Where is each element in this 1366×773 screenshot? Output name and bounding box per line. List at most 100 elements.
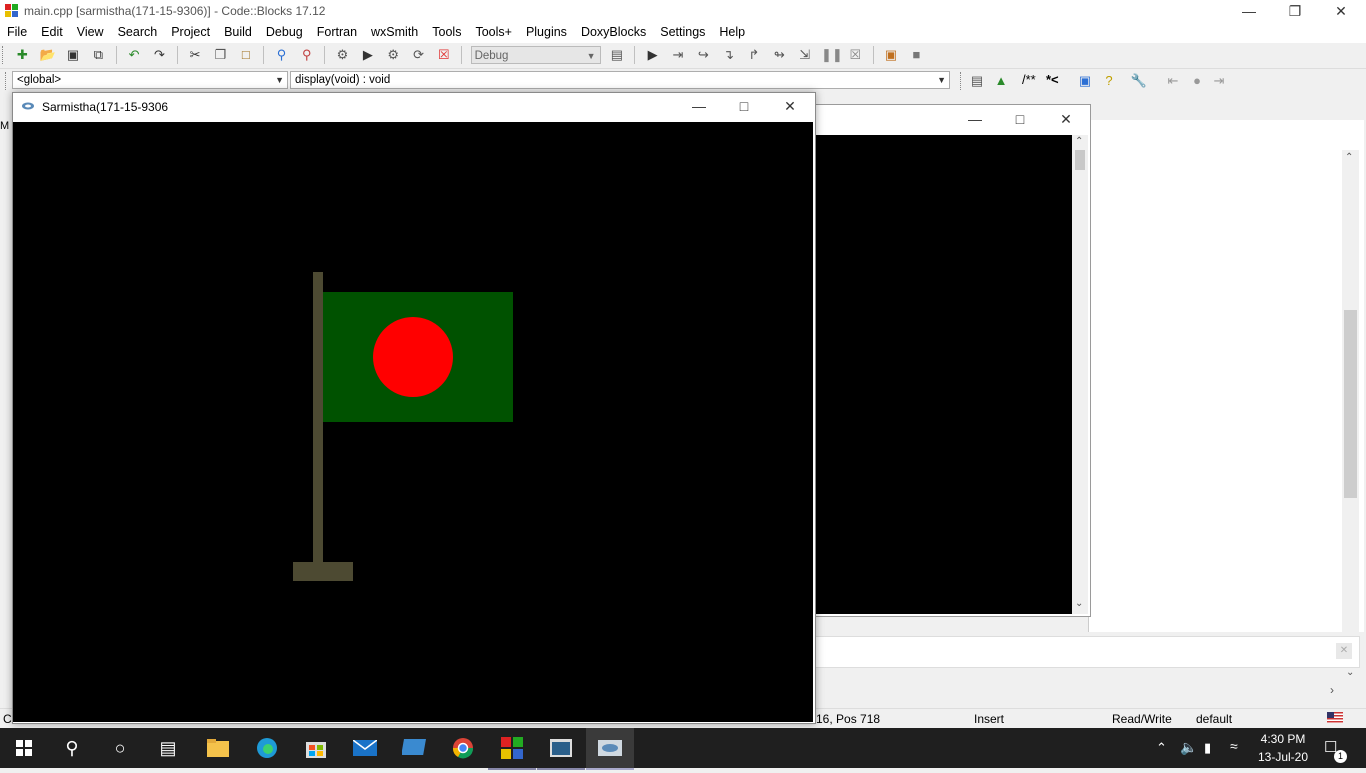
tray-overflow-chevron-icon[interactable]: ⌃ xyxy=(1156,740,1167,756)
replace-icon[interactable]: ⚲ xyxy=(298,46,316,64)
new-file-icon[interactable]: ✚ xyxy=(13,46,31,64)
opengl-canvas xyxy=(13,122,813,722)
show-targets-icon[interactable]: ▤ xyxy=(608,46,626,64)
find-icon[interactable]: ⚲ xyxy=(272,46,290,64)
console-scroll-down-icon[interactable]: ⌄ xyxy=(1075,598,1083,609)
stop-debug-icon[interactable]: ☒ xyxy=(846,46,864,64)
graphics-minimize-button[interactable]: — xyxy=(676,95,722,117)
jump-last-icon[interactable]: ● xyxy=(1188,72,1206,90)
scroll-up-icon[interactable]: ⌃ xyxy=(1345,152,1353,163)
menu-tools-plus[interactable]: Tools+ xyxy=(468,22,518,39)
console-scroll-thumb[interactable] xyxy=(1075,150,1085,170)
cut-icon[interactable]: ✂ xyxy=(186,46,204,64)
pause-icon[interactable]: ❚❚ xyxy=(821,46,843,64)
editor-scroll-thumb[interactable] xyxy=(1344,310,1357,498)
run-chm-help-icon[interactable]: ? xyxy=(1100,72,1118,90)
undo-icon[interactable]: ↶ xyxy=(125,46,143,64)
menu-view[interactable]: View xyxy=(70,22,111,39)
scope-combo[interactable]: <global> ▼ xyxy=(12,71,288,89)
step-into-icon[interactable]: ↴ xyxy=(720,46,738,64)
chevron-down-icon: ▼ xyxy=(586,51,596,61)
function-combo[interactable]: display(void) : void ▼ xyxy=(290,71,950,89)
open-file-icon[interactable]: 📂 xyxy=(39,46,57,64)
jump-back-icon[interactable]: ⇤ xyxy=(1164,72,1182,90)
chrome-browser-icon[interactable] xyxy=(439,728,487,768)
menu-file[interactable]: File xyxy=(0,22,34,39)
ide-window-title: main.cpp [sarmistha(171-15-9306)] - Code… xyxy=(24,4,326,18)
console-scrollbar[interactable] xyxy=(1072,135,1088,614)
debug-windows-icon[interactable]: ▣ xyxy=(882,46,900,64)
close-button[interactable]: ✕ xyxy=(1318,0,1364,22)
minimize-button[interactable]: — xyxy=(1226,0,1272,22)
scroll-right-icon[interactable]: › xyxy=(1330,683,1334,697)
edge-browser-icon[interactable] xyxy=(243,728,291,768)
graphics-window-title: Sarmistha(171-15-9306 xyxy=(42,100,169,114)
run-html-icon[interactable]: ▣ xyxy=(1076,72,1094,90)
clock-time[interactable]: 4:30 PM xyxy=(1258,732,1308,746)
menu-settings[interactable]: Settings xyxy=(653,22,712,39)
task-view-icon[interactable]: ▤ xyxy=(144,728,192,768)
glut-taskbar-icon[interactable] xyxy=(586,728,634,770)
menu-wxsmith[interactable]: wxSmith xyxy=(364,22,425,39)
run-icon[interactable]: ▶ xyxy=(359,46,377,64)
save-all-icon[interactable]: ⧉ xyxy=(89,46,107,64)
next-line-icon[interactable]: ↪ xyxy=(694,46,712,64)
menu-search[interactable]: Search xyxy=(111,22,165,39)
menu-help[interactable]: Help xyxy=(712,22,752,39)
remote-desktop-icon[interactable] xyxy=(390,728,438,768)
scroll-down-icon[interactable]: ⌄ xyxy=(1346,667,1354,678)
console-minimize-button[interactable]: — xyxy=(952,108,998,130)
doxy-line-comment-button[interactable]: *< xyxy=(1046,72,1059,87)
menu-edit[interactable]: Edit xyxy=(34,22,70,39)
save-icon[interactable]: ▣ xyxy=(64,46,82,64)
paste-icon[interactable]: □ xyxy=(237,46,255,64)
wifi-icon[interactable]: ≈ xyxy=(1230,738,1238,754)
rebuild-icon[interactable]: ⟳ xyxy=(410,46,428,64)
menu-doxyblocks[interactable]: DoxyBlocks xyxy=(574,22,653,39)
store-icon[interactable] xyxy=(292,728,340,768)
graphics-close-button[interactable]: ✕ xyxy=(767,95,813,117)
graphics-maximize-button[interactable]: □ xyxy=(721,95,767,117)
flag-pole xyxy=(313,272,323,562)
search-icon[interactable]: ⚲ xyxy=(48,728,96,768)
menu-plugins[interactable]: Plugins xyxy=(519,22,574,39)
debug-continue-icon[interactable]: ▶ xyxy=(644,46,662,64)
code-editor[interactable] xyxy=(1088,120,1364,632)
doxy-settings-wrench-icon[interactable]: 🔧 xyxy=(1130,72,1148,90)
console-taskbar-icon[interactable] xyxy=(537,728,585,770)
build-gear-icon[interactable]: ⚙ xyxy=(334,46,352,64)
copy-icon[interactable]: ❐ xyxy=(211,46,229,64)
codeblocks-taskbar-icon[interactable] xyxy=(488,728,536,770)
restore-button[interactable]: ❐ xyxy=(1272,0,1318,22)
mail-icon[interactable] xyxy=(341,728,389,768)
menu-tools[interactable]: Tools xyxy=(425,22,468,39)
next-instruction-icon[interactable]: ↬ xyxy=(770,46,788,64)
logs-close-icon[interactable]: ✕ xyxy=(1336,643,1352,659)
start-windows-icon[interactable] xyxy=(0,728,48,768)
menu-debug[interactable]: Debug xyxy=(259,22,310,39)
clock-date[interactable]: 13-Jul-20 xyxy=(1254,750,1312,764)
redo-icon[interactable]: ↷ xyxy=(150,46,168,64)
file-explorer-icon[interactable] xyxy=(194,728,242,768)
console-close-button[interactable]: ✕ xyxy=(1043,108,1089,130)
abort-icon[interactable]: ☒ xyxy=(435,46,453,64)
volume-icon[interactable]: 🔈 xyxy=(1180,739,1197,756)
menu-build[interactable]: Build xyxy=(217,22,259,39)
various-info-icon[interactable]: ■ xyxy=(907,46,925,64)
jump-forward-icon[interactable]: ⇥ xyxy=(1210,72,1228,90)
console-scroll-up-icon[interactable]: ⌃ xyxy=(1075,136,1083,147)
step-out-icon[interactable]: ↱ xyxy=(745,46,763,64)
menu-fortran[interactable]: Fortran xyxy=(310,22,364,39)
doxy-block-comment-button[interactable]: /** xyxy=(1022,72,1036,87)
doxywizard-icon[interactable]: ▤ xyxy=(968,72,986,90)
extract-doc-icon[interactable]: ▲ xyxy=(992,72,1010,90)
console-maximize-button[interactable]: □ xyxy=(997,108,1043,130)
step-into-instruction-icon[interactable]: ⇲ xyxy=(796,46,814,64)
run-to-cursor-icon[interactable]: ⇥ xyxy=(669,46,687,64)
battery-icon[interactable]: ▮ xyxy=(1204,740,1211,756)
build-target-select[interactable]: Debug ▼ xyxy=(470,46,601,64)
menu-project[interactable]: Project xyxy=(164,22,217,39)
build-and-run-icon[interactable]: ⚙ xyxy=(384,46,402,64)
cortana-icon[interactable]: ○ xyxy=(96,728,144,768)
management-tab[interactable]: M xyxy=(0,120,12,134)
